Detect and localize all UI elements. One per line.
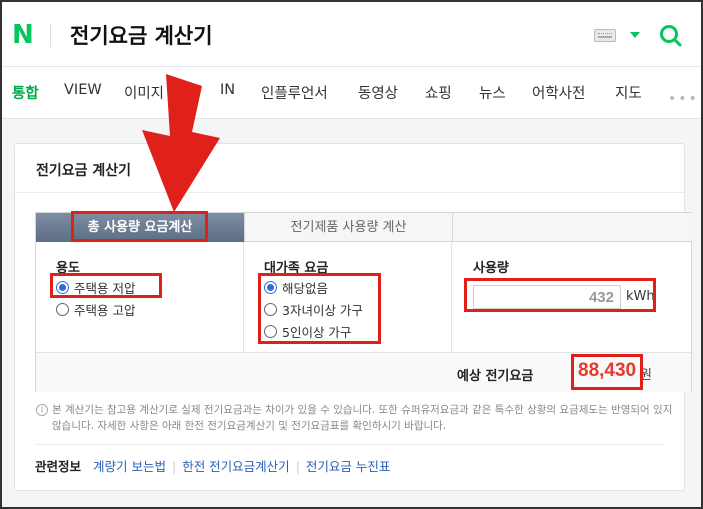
radio-label: 주택용 고압	[74, 302, 136, 318]
usage-title: 사용량	[473, 261, 509, 276]
radio-residential-high[interactable]: 주택용 고압	[56, 300, 135, 318]
header-divider	[50, 23, 51, 47]
result-label: 예상 전기요금	[457, 369, 534, 384]
tab-view[interactable]: VIEW	[64, 82, 102, 98]
radio-unchecked-icon[interactable]	[56, 302, 69, 316]
tab-dictionary[interactable]: 어학사전	[532, 82, 585, 103]
search-header: N 전기요금 계산기	[2, 2, 701, 67]
tab-appliance-usage[interactable]: 전기제품 사용량 계산	[244, 213, 452, 242]
card-title: 전기요금 계산기	[36, 163, 132, 179]
divider	[15, 192, 684, 193]
info-icon: i	[36, 404, 48, 416]
highlight-total-usage-tab	[71, 211, 208, 242]
red-arrow-icon	[142, 74, 220, 212]
search-icon[interactable]	[659, 24, 682, 47]
link-meter-guide[interactable]: 계량기 보는법	[93, 459, 166, 474]
search-tabs: 통합 VIEW 이미지 IN 인플루언서 동영상 쇼핑 뉴스 어학사전 지도 •…	[2, 67, 701, 119]
link-progressive-rate[interactable]: 전기요금 누진표	[306, 459, 390, 474]
tab-influencer[interactable]: 인플루언서	[261, 82, 328, 103]
tab-integrated[interactable]: 통합	[12, 82, 39, 103]
caret-down-icon[interactable]	[630, 32, 640, 38]
highlight-usage-input	[464, 278, 656, 312]
notice-text: 본 계산기는 참고용 계산기로 실제 전기요금과는 차이가 있을 수 있습니다.…	[52, 404, 673, 432]
divider	[36, 444, 664, 445]
tab-shopping[interactable]: 쇼핑	[425, 82, 452, 103]
notice: i 본 계산기는 참고용 계산기로 실제 전기요금과는 차이가 있을 수 있습니…	[36, 402, 676, 434]
tab-bar-filler	[452, 213, 693, 242]
tab-map[interactable]: 지도	[615, 82, 642, 103]
column-divider	[451, 242, 452, 352]
more-icon[interactable]: •••	[668, 91, 699, 107]
link-separator: |	[295, 459, 300, 474]
link-kepco-calculator[interactable]: 한전 전기요금계산기	[182, 459, 289, 474]
column-divider	[243, 242, 244, 352]
tab-video[interactable]: 동영상	[358, 82, 398, 103]
link-separator: |	[171, 459, 177, 474]
tab-news[interactable]: 뉴스	[479, 82, 506, 103]
search-query[interactable]: 전기요금 계산기	[70, 20, 213, 50]
naver-logo[interactable]: N	[12, 22, 36, 48]
highlight-result-value	[571, 354, 643, 390]
highlight-large-family	[258, 273, 381, 344]
keyboard-icon[interactable]	[594, 29, 616, 42]
related-info: 관련정보 계량기 보는법 | 한전 전기요금계산기 | 전기요금 누진표	[35, 456, 390, 475]
related-label: 관련정보	[35, 459, 82, 474]
highlight-residential-low	[50, 273, 162, 298]
